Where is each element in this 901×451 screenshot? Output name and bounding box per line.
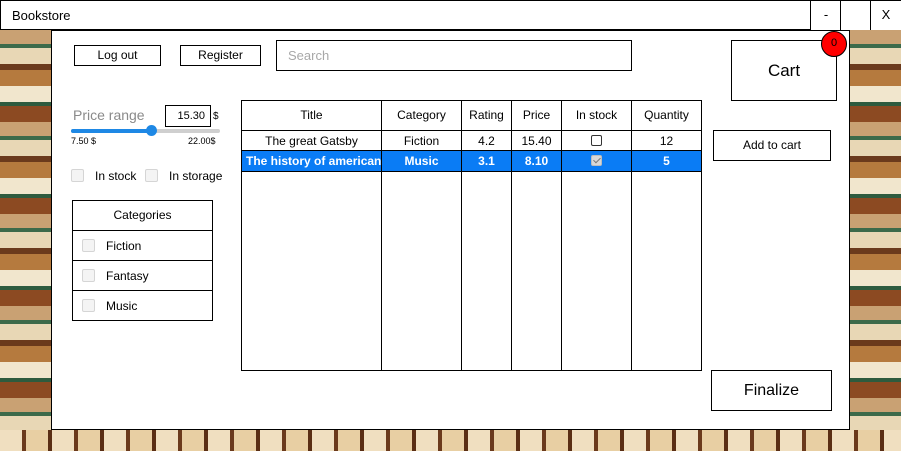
in-stock-label: In stock — [95, 169, 137, 183]
cell-in-stock — [562, 151, 631, 171]
column-divider — [631, 101, 632, 370]
price-range-label: Price range — [73, 107, 145, 123]
categories-header: Categories — [73, 201, 212, 231]
slider-min-label: 7.50 $ — [71, 136, 97, 146]
cart-label: Cart — [767, 61, 801, 80]
window-title: Bookstore — [12, 8, 71, 23]
background-image-bottom — [0, 430, 901, 451]
in-stock-checkbox[interactable] — [591, 155, 602, 167]
column-divider — [461, 101, 462, 370]
books-table: Title Category Rating Price In stock Qua… — [241, 100, 702, 371]
in-storage-checkbox[interactable] — [145, 169, 158, 182]
column-header-title[interactable]: Title — [242, 101, 381, 130]
category-label: Fiction — [106, 239, 142, 253]
in-stock-checkbox[interactable] — [71, 169, 84, 182]
cell-category: Fiction — [403, 134, 440, 148]
column-divider — [561, 101, 562, 370]
minimize-button[interactable]: - — [810, 1, 841, 30]
cell-title: The great Gatsby — [265, 134, 358, 148]
column-divider — [511, 101, 512, 370]
cell-quantity: 12 — [659, 134, 674, 148]
cell-rating: 3.1 — [478, 154, 495, 168]
column-header-category[interactable]: Category — [382, 101, 461, 130]
price-unit: $ — [213, 111, 219, 122]
cell-price: 8.10 — [524, 154, 549, 168]
category-item-fantasy[interactable]: Fantasy — [73, 261, 212, 291]
column-header-quantity[interactable]: Quantity — [632, 101, 701, 130]
category-item-music[interactable]: Music — [73, 291, 212, 321]
column-divider — [381, 101, 382, 370]
categories-panel: Categories Fiction Fantasy Music — [72, 200, 213, 321]
cell-quantity: 5 — [663, 154, 670, 168]
cell-rating: 4.2 — [478, 134, 495, 148]
title-bar: Bookstore - X — [0, 0, 901, 30]
register-button[interactable]: Register — [180, 45, 261, 66]
category-checkbox[interactable] — [82, 239, 95, 252]
cell-price: 15.40 — [521, 134, 552, 148]
table-row-selected[interactable]: The history of american r Music 3.1 8.10… — [242, 151, 701, 171]
logout-button[interactable]: Log out — [74, 45, 161, 66]
maximize-button[interactable] — [840, 1, 871, 30]
category-label: Fantasy — [106, 269, 149, 283]
in-storage-label: In storage — [169, 169, 223, 183]
add-to-cart-button[interactable]: Add to cart — [713, 130, 831, 161]
finalize-button[interactable]: Finalize — [711, 370, 832, 411]
column-header-rating[interactable]: Rating — [462, 101, 511, 130]
column-header-in-stock[interactable]: In stock — [562, 101, 631, 130]
column-header-price[interactable]: Price — [512, 101, 561, 130]
row-divider — [242, 171, 701, 172]
in-stock-checkbox[interactable] — [591, 135, 602, 147]
slider-max-label: 22.00$ — [188, 136, 216, 146]
price-slider-fill — [71, 129, 152, 133]
category-checkbox[interactable] — [82, 269, 95, 282]
cell-category: Music — [404, 154, 439, 168]
cart-count-badge: 0 — [821, 31, 847, 57]
cell-title: The history of american r — [246, 154, 381, 168]
row-divider — [242, 150, 701, 151]
table-row[interactable]: The great Gatsby Fiction 4.2 15.40 12 — [242, 131, 701, 151]
main-panel: Log out Register Cart 0 Price range 15.3… — [51, 30, 850, 430]
category-item-fiction[interactable]: Fiction — [73, 231, 212, 261]
search-input[interactable] — [276, 40, 632, 71]
category-checkbox[interactable] — [82, 299, 95, 312]
close-button[interactable]: X — [870, 1, 901, 30]
price-slider-thumb[interactable] — [145, 125, 157, 136]
price-input[interactable]: 15.30 — [165, 105, 211, 127]
category-label: Music — [106, 299, 138, 313]
cell-in-stock — [562, 131, 631, 151]
